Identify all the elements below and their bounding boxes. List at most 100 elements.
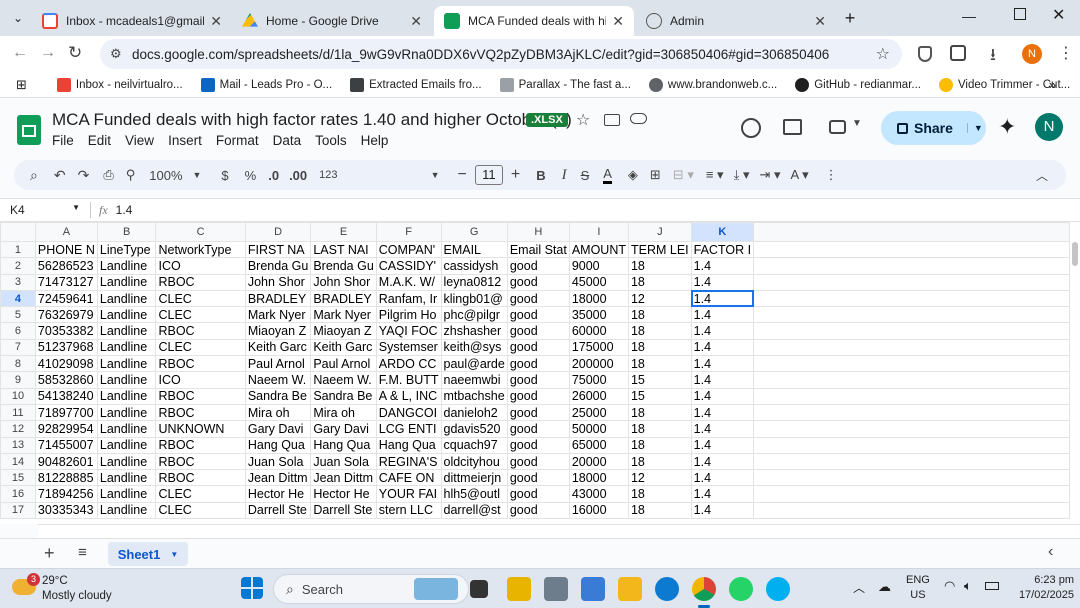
cell-G11[interactable]: danieloh2 — [440, 403, 508, 422]
cell-E5[interactable]: Mark Nyer — [310, 306, 377, 324]
cell-C8[interactable]: RBOC — [155, 355, 246, 373]
comments-icon[interactable] — [783, 119, 802, 135]
empty-cell[interactable] — [753, 501, 1070, 520]
cell-H16[interactable]: good — [506, 485, 570, 503]
download-icon[interactable]: ⭳ — [990, 42, 996, 71]
cell-A11[interactable]: 71897700 — [34, 403, 98, 422]
row-header[interactable]: 14 — [0, 452, 36, 471]
cell-J5[interactable]: 18 — [627, 306, 692, 324]
align-horizontal-icon[interactable]: ≡ ▾ — [706, 167, 724, 183]
cell-B9[interactable]: Landline — [96, 371, 157, 389]
cell-H6[interactable]: good — [506, 322, 570, 340]
sheet-tab-sheet1[interactable]: Sheet1 ▼ — [108, 542, 188, 566]
cell-E4[interactable]: BRADLEY — [310, 289, 377, 308]
cell-D8[interactable]: Paul Arnol — [244, 355, 312, 373]
cell-I16[interactable]: 43000 — [568, 485, 629, 503]
cell-D2[interactable]: Brenda Gu — [244, 257, 312, 275]
decrease-decimal-button[interactable]: .0 — [268, 168, 279, 183]
calculator-icon[interactable] — [544, 577, 568, 601]
cell-B14[interactable]: Landline — [96, 452, 157, 471]
font-size-decrease[interactable]: − — [458, 166, 467, 184]
cell-C10[interactable]: RBOC — [155, 387, 246, 405]
empty-cell[interactable] — [753, 485, 1070, 503]
cell-H3[interactable]: good — [506, 273, 570, 291]
cell-D4[interactable]: BRADLEY — [244, 289, 312, 308]
bookmark-item[interactable]: GitHub - redianmar... — [795, 77, 921, 92]
tab-search-button[interactable]: ⌄ — [8, 8, 28, 28]
collapse-menus-icon[interactable]: ︿ — [1036, 167, 1048, 184]
new-tab-button[interactable]: + — [840, 7, 860, 29]
cell-I1[interactable]: AMOUNT — [568, 240, 629, 259]
menu-edit[interactable]: Edit — [88, 133, 111, 148]
cell-E1[interactable]: LAST NAI — [310, 240, 377, 259]
version-history-icon[interactable] — [741, 118, 761, 138]
more-tools-icon[interactable]: ⋮ — [825, 167, 838, 183]
cell-H1[interactable]: Email Stat — [506, 240, 570, 259]
all-sheets-menu-icon[interactable]: ≡ — [78, 544, 87, 561]
extensions-icon[interactable] — [950, 45, 966, 61]
cell-A3[interactable]: 71473127 — [34, 273, 98, 291]
cell-E13[interactable]: Hang Qua — [310, 436, 377, 454]
cell-B5[interactable]: Landline — [96, 306, 157, 324]
cell-J12[interactable]: 18 — [627, 420, 692, 438]
cell-F17[interactable]: stern LLC — [375, 501, 442, 520]
cell-A8[interactable]: 41029098 — [34, 355, 98, 373]
cell-H15[interactable]: good — [506, 469, 570, 487]
sheets-logo[interactable] — [17, 115, 41, 145]
cell-B2[interactable]: Landline — [96, 257, 157, 275]
cell-F9[interactable]: F.M. BUTT — [375, 371, 442, 389]
cell-I17[interactable]: 16000 — [568, 501, 629, 520]
cell-D1[interactable]: FIRST NA — [244, 240, 312, 259]
scrollbar-thumb[interactable] — [1072, 242, 1078, 266]
gemini-icon[interactable]: ✦ — [998, 114, 1016, 140]
tray-overflow-icon[interactable]: ︿ — [853, 579, 865, 596]
cell-A4[interactable]: 72459641 — [34, 289, 98, 308]
bookmark-star-icon[interactable]: ☆ — [876, 44, 890, 64]
empty-cell[interactable] — [753, 289, 1070, 308]
column-header[interactable]: D — [244, 222, 312, 242]
cell-J3[interactable]: 18 — [627, 273, 692, 291]
paint-format-icon[interactable]: ⚲ — [126, 167, 136, 183]
cell-C2[interactable]: ICO — [155, 257, 246, 275]
cell-G17[interactable]: darrell@st — [440, 501, 508, 520]
cell-E7[interactable]: Keith Garc — [310, 338, 377, 357]
cell-J7[interactable]: 18 — [627, 338, 692, 357]
cell-E9[interactable]: Naeem W. — [310, 371, 377, 389]
weather-widget[interactable]: 3 29°C Mostly cloudy — [12, 573, 152, 605]
cell-G10[interactable]: mtbachshe — [440, 387, 508, 405]
spreadsheet-grid[interactable]: ABCDEFGHIJK 1 PHONE N LineType NetworkType F… — [0, 222, 1070, 524]
close-window-button[interactable]: ✕ — [1052, 5, 1065, 25]
skype-icon[interactable] — [766, 577, 790, 601]
close-icon[interactable]: ✕ — [814, 13, 826, 30]
formula-input[interactable]: 1.4 — [116, 203, 133, 217]
cell-B17[interactable]: Landline — [96, 501, 157, 520]
bookmark-item[interactable]: Inbox - neilvirtualro... — [56, 77, 183, 92]
cell-B16[interactable]: Landline — [96, 485, 157, 503]
cell-F4[interactable]: Ranfam, Ir — [375, 289, 442, 308]
menu-format[interactable]: Format — [216, 133, 259, 148]
cell-H12[interactable]: good — [506, 420, 570, 438]
cell-D9[interactable]: Naeem W. — [244, 371, 312, 389]
cell-G5[interactable]: phc@pilgr — [440, 306, 508, 324]
chrome-icon[interactable] — [692, 577, 716, 601]
cell-F15[interactable]: CAFE ON — [375, 469, 442, 487]
forward-icon[interactable]: → — [40, 44, 56, 62]
minimize-button[interactable]: — — [962, 8, 976, 24]
cell-D3[interactable]: John Shor — [244, 273, 312, 291]
cell-I14[interactable]: 20000 — [568, 452, 629, 471]
row-header[interactable]: 16 — [0, 485, 36, 503]
currency-button[interactable]: $ — [221, 168, 228, 183]
cell-F12[interactable]: LCG ENTI — [375, 420, 442, 438]
cell-A6[interactable]: 70353382 — [34, 322, 98, 340]
cell-B13[interactable]: Landline — [96, 436, 157, 454]
empty-cell[interactable] — [753, 257, 1070, 275]
cell-G6[interactable]: zhshasher — [440, 322, 508, 340]
cell-I9[interactable]: 75000 — [568, 371, 629, 389]
cell-C6[interactable]: RBOC — [155, 322, 246, 340]
cloud-status-icon[interactable] — [630, 113, 647, 124]
cell-E16[interactable]: Hector He — [310, 485, 377, 503]
cell-D11[interactable]: Mira oh — [244, 403, 312, 422]
column-header[interactable]: B — [96, 222, 157, 242]
cell-A15[interactable]: 81228885 — [34, 469, 98, 487]
cell-C3[interactable]: RBOC — [155, 273, 246, 291]
